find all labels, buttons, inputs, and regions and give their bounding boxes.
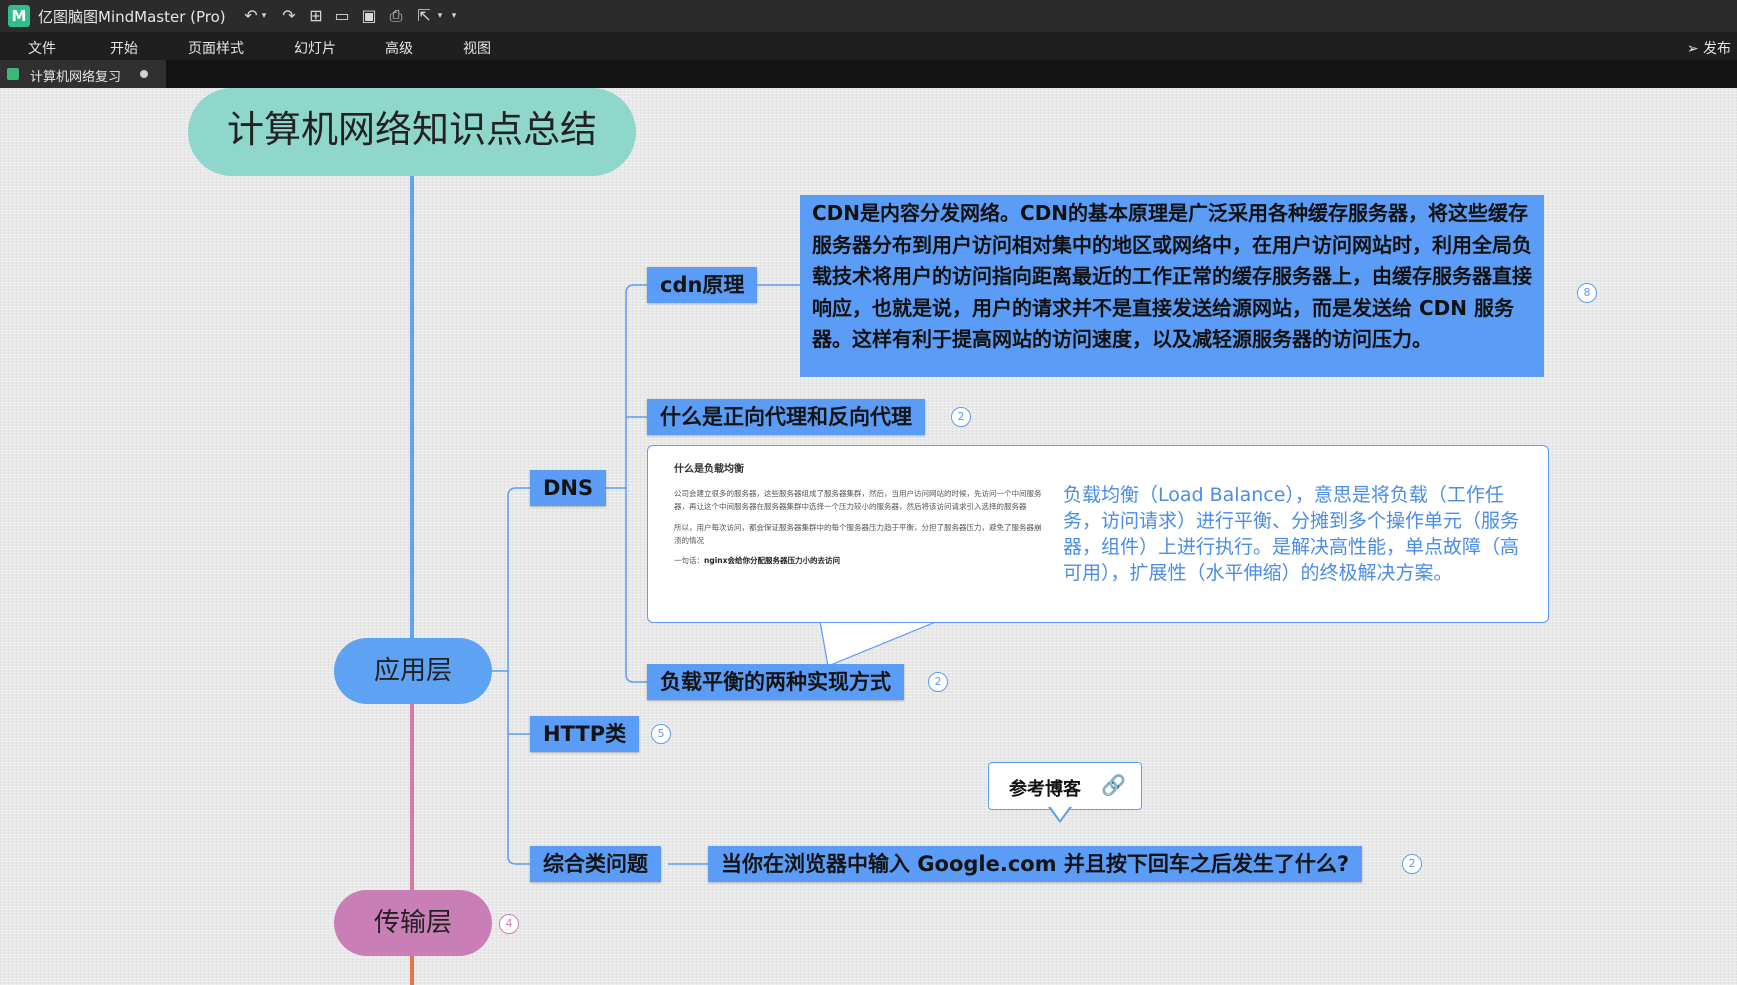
topic-application-layer[interactable]: 应用层	[334, 638, 492, 704]
link-icon[interactable]: 🔗	[1101, 773, 1127, 797]
collapsed-count-badge[interactable]: 2	[951, 407, 971, 427]
cdn-explanation-topic[interactable]: CDN是内容分发网络。CDN的基本原理是广泛采用各种缓存服务器，将这些缓存服务器…	[800, 195, 1544, 377]
reference-blog-label: 参考博客	[1009, 779, 1081, 800]
embedded-screenshot-image: 什么是负载均衡 公司会建立很多的服务器，这些服务器组成了服务器集群，然后，当用户…	[674, 460, 1044, 610]
menu-start[interactable]: 开始	[110, 38, 138, 58]
screenshot-summary: 一句话：nginx会给你分配服务器压力小的去访问	[674, 555, 1044, 566]
topic-transport-layer[interactable]: 传输层	[334, 890, 492, 956]
mindmap-file-icon	[7, 68, 19, 80]
open-folder-icon[interactable]: ▭	[331, 5, 353, 27]
new-file-icon[interactable]: ⊞	[305, 5, 327, 27]
unsaved-dot-icon	[140, 70, 148, 78]
menu-bar: 文件 开始 页面样式 幻灯片 高级 视图 ➢ 发布	[0, 32, 1737, 60]
publish-button[interactable]: ➢ 发布	[1687, 38, 1731, 58]
app-title: 亿图脑图MindMaster (Pro)	[38, 8, 226, 26]
collapsed-count-badge[interactable]: 2	[928, 672, 948, 692]
topic-load-balancing-methods[interactable]: 负载平衡的两种实现方式	[647, 664, 904, 700]
mindmaster-logo-icon: M	[8, 5, 30, 27]
topic-general-questions[interactable]: 综合类问题	[530, 846, 661, 882]
screenshot-title: 什么是负载均衡	[674, 464, 744, 475]
publish-label: 发布	[1703, 41, 1731, 57]
tab-document[interactable]: 计算机网络复习	[0, 60, 166, 88]
topic-http[interactable]: HTTP类	[530, 716, 640, 752]
menu-file[interactable]: 文件	[28, 38, 56, 58]
callout-pointer-fill	[1050, 806, 1070, 820]
menu-view[interactable]: 视图	[463, 38, 491, 58]
collapsed-count-badge[interactable]: 8	[1577, 283, 1597, 303]
collapsed-count-badge[interactable]: 4	[499, 914, 519, 934]
screenshot-paragraph: 公司会建立很多的服务器，这些服务器组成了服务器集群，然后，当用户访问网站的时候，…	[674, 489, 1042, 511]
mindmap-canvas[interactable]: 计算机网络知识点总结 应用层 传输层 4 DNS HTTP类 5 综合类问题 c…	[0, 88, 1737, 985]
export-icon[interactable]: ⇱	[413, 5, 435, 27]
title-bar: M 亿图脑图MindMaster (Pro) ↶ ▾ ↷ ⊞ ▭ ▣ ⎙ ⇱ ▾…	[0, 0, 1737, 32]
topic-forward-reverse-proxy[interactable]: 什么是正向代理和反向代理	[647, 399, 925, 435]
topic-cdn-principle[interactable]: cdn原理	[647, 267, 758, 303]
send-icon: ➢	[1686, 41, 1699, 57]
save-icon[interactable]: ▣	[358, 5, 380, 27]
quick-access-dropdown-icon[interactable]: ▾	[448, 5, 460, 27]
topic-google-enter[interactable]: 当你在浏览器中输入 Google.com 并且按下回车之后发生了什么?	[708, 846, 1363, 882]
menu-advanced[interactable]: 高级	[385, 38, 413, 58]
print-icon[interactable]: ⎙	[385, 5, 407, 27]
collapsed-count-badge[interactable]: 2	[1402, 854, 1422, 874]
menu-page-style[interactable]: 页面样式	[188, 38, 244, 58]
tab-bar: 计算机网络复习	[0, 60, 1737, 88]
summary-prefix: 一句话：	[674, 556, 704, 565]
load-balance-callout[interactable]: 什么是负载均衡 公司会建立很多的服务器，这些服务器组成了服务器集群，然后，当用户…	[647, 445, 1549, 623]
redo-icon[interactable]: ↷	[278, 5, 300, 27]
load-balance-definition: 负载均衡（Load Balance），意思是将负载（工作任务，访问请求）进行平衡…	[1063, 484, 1520, 584]
topic-dns[interactable]: DNS	[530, 470, 607, 506]
screenshot-paragraph: 所以，用户每次访问，都会保证服务器集群中的每个服务器压力趋于平衡，分担了服务器压…	[674, 523, 1042, 545]
root-topic[interactable]: 计算机网络知识点总结	[188, 88, 636, 176]
tab-label: 计算机网络复习	[30, 70, 122, 85]
reference-blog-callout[interactable]: 参考博客 🔗	[988, 762, 1142, 810]
collapsed-count-badge[interactable]: 5	[651, 724, 671, 744]
summary-bold: nginx会给你分配服务器压力小的去访问	[704, 556, 840, 565]
export-dropdown-icon[interactable]: ▾	[434, 5, 446, 27]
undo-dropdown-icon[interactable]: ▾	[258, 5, 270, 27]
menu-slides[interactable]: 幻灯片	[294, 38, 336, 58]
